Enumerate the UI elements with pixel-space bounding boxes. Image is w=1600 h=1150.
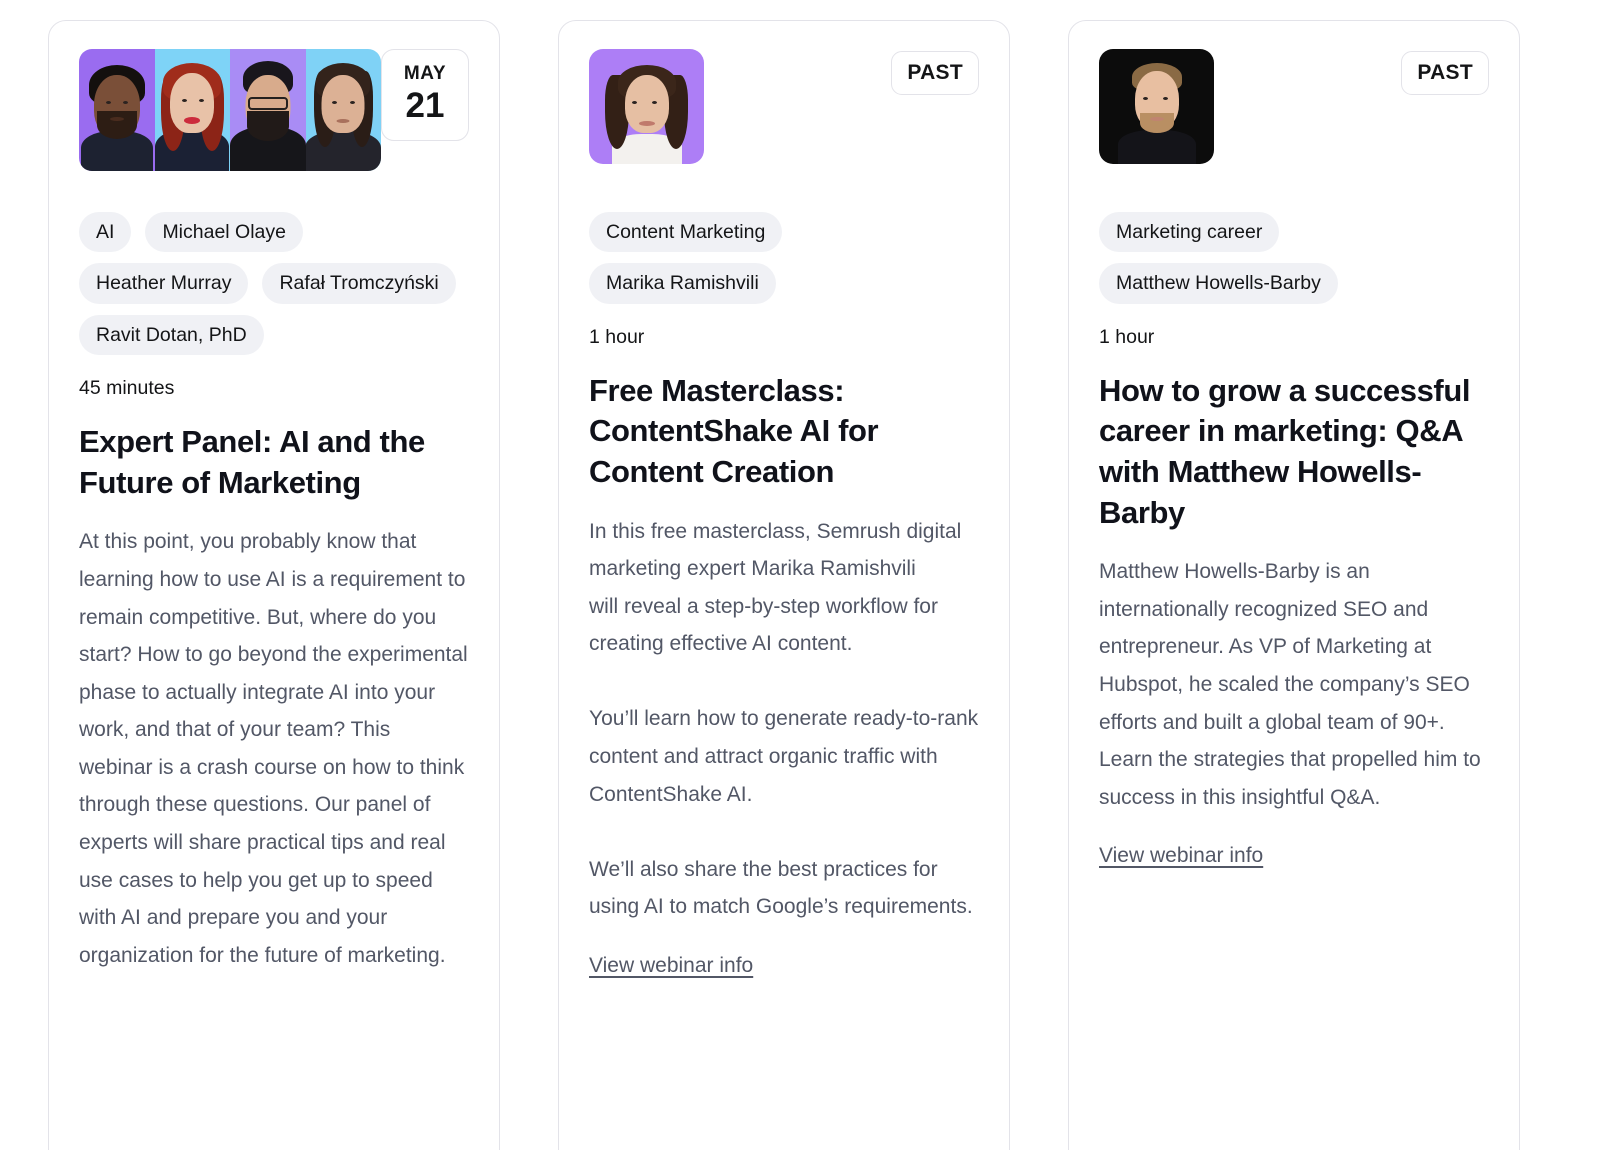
status-badge: PAST xyxy=(1401,51,1489,95)
webinar-description: Matthew Howells-Barby is an internationa… xyxy=(1099,560,1481,809)
speaker-avatar xyxy=(305,49,381,171)
speaker-avatar-group xyxy=(79,49,381,171)
webinar-description: In this free masterclass, Semrush digita… xyxy=(589,519,979,919)
tag-item[interactable]: Matthew Howells-Barby xyxy=(1099,263,1338,304)
tag-item[interactable]: Marika Ramishvili xyxy=(589,263,776,304)
webinar-duration: 1 hour xyxy=(1099,325,1155,348)
tag-item[interactable]: AI xyxy=(79,212,132,253)
tag-item[interactable]: Content Marketing xyxy=(589,212,783,253)
tag-item[interactable]: Michael Olaye xyxy=(145,212,303,253)
webinar-title: Expert Panel: AI and the Future of Marke… xyxy=(79,424,425,500)
webinar-card[interactable]: PAST Content Marketing Marika Ramishvili… xyxy=(558,20,1010,1150)
webinar-card[interactable]: MAY 21 AI Michael Olaye Heather Murray R… xyxy=(48,20,500,1150)
webinar-description: At this point, you probably know that le… xyxy=(79,530,468,967)
tag-item[interactable]: Rafał Tromczyński xyxy=(262,263,456,304)
tag-item[interactable]: Marketing career xyxy=(1099,212,1280,253)
webinar-duration: 1 hour xyxy=(589,325,645,348)
speaker-avatar xyxy=(589,49,704,164)
card-header: PAST xyxy=(589,49,979,177)
tag-list: Marketing career Matthew Howells-Barby xyxy=(1099,212,1489,304)
status-badge: PAST xyxy=(891,51,979,95)
speaker-avatar xyxy=(154,49,230,171)
view-webinar-info-link[interactable]: View webinar info xyxy=(1099,840,1263,872)
tag-item[interactable]: Heather Murray xyxy=(79,263,249,304)
webinar-duration: 45 minutes xyxy=(79,377,175,400)
event-date-month: MAY xyxy=(403,63,447,85)
speaker-avatar xyxy=(1099,49,1214,164)
event-date-badge: MAY 21 xyxy=(381,49,469,141)
webinar-title: How to grow a successful career in marke… xyxy=(1099,372,1471,530)
tag-list: AI Michael Olaye Heather Murray Rafał Tr… xyxy=(79,212,469,356)
card-header: PAST xyxy=(1099,49,1489,177)
tag-list: Content Marketing Marika Ramishvili xyxy=(589,212,979,304)
speaker-avatar xyxy=(230,49,306,171)
webinar-card-grid: MAY 21 AI Michael Olaye Heather Murray R… xyxy=(0,0,1600,1150)
webinar-title: Free Masterclass: ContentShake AI for Co… xyxy=(589,372,879,489)
tag-item[interactable]: Ravit Dotan, PhD xyxy=(79,314,264,356)
view-webinar-info-link[interactable]: View webinar info xyxy=(589,950,753,982)
card-header: MAY 21 xyxy=(79,49,469,177)
event-date-day: 21 xyxy=(405,86,445,126)
speaker-avatar xyxy=(79,49,155,171)
webinar-card[interactable]: PAST Marketing career Matthew Howells-Ba… xyxy=(1068,20,1520,1150)
